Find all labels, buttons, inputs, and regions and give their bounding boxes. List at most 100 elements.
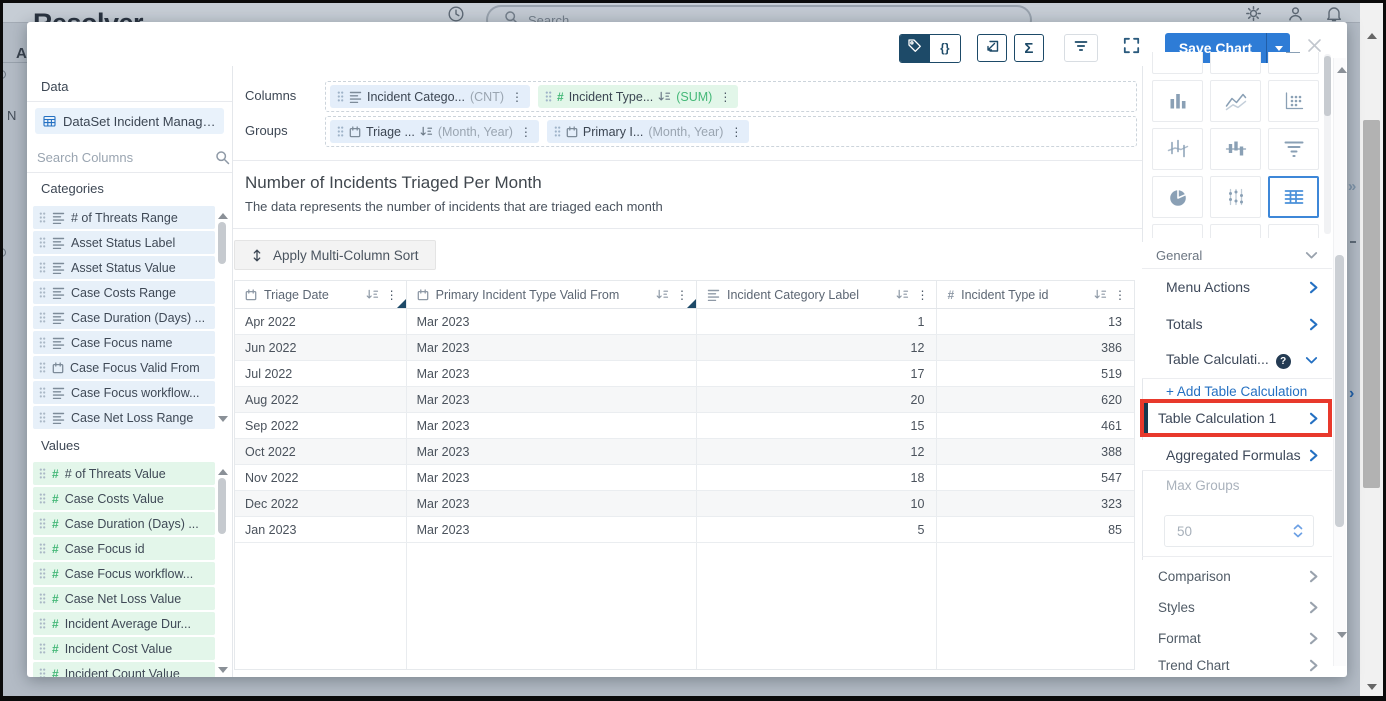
apply-multi-column-sort-button[interactable]: Apply Multi-Column Sort [234,240,436,270]
column-header[interactable]: Triage Date ⋮ [235,281,407,308]
chart-type-dots-partial[interactable] [1152,52,1203,74]
kebab-menu-icon[interactable]: ⋮ [384,289,398,301]
panel-item-comparison[interactable]: Comparison [1142,560,1332,592]
column-header[interactable]: # Incident Type id ⋮ [937,281,1134,308]
field-item[interactable]: Asset Status Label [33,231,215,254]
field-item[interactable]: # # of Threats Value [33,462,215,485]
table-cell: Mar 2023 [407,465,697,490]
export-button[interactable] [977,34,1007,62]
field-item[interactable]: Case Focus name [33,331,215,354]
general-section-header[interactable]: General [1142,242,1332,268]
chart-type-partial[interactable] [1152,224,1203,238]
table-row[interactable]: Oct 2022Mar 202312388 [235,439,1134,465]
panel-item-menu-actions[interactable]: Menu Actions [1142,268,1332,306]
field-item[interactable]: Case Costs Range [33,281,215,304]
expand-panel-icon[interactable]: › [1349,385,1354,403]
field-item-label: Case Costs Value [65,492,164,506]
field-item[interactable]: # Case Duration (Days) ... [33,512,215,535]
scroll-up-arrow[interactable] [1367,28,1377,39]
chart-type-scatter-plot[interactable] [1268,80,1319,122]
field-item[interactable]: # Incident Cost Value [33,637,215,660]
kebab-menu-icon[interactable]: ⋮ [717,91,731,103]
collapse-panel-icon[interactable]: » [1348,178,1356,195]
column-header[interactable]: Primary Incident Type Valid From ⋮ [407,281,697,308]
kebab-menu-icon[interactable]: ⋮ [518,126,532,138]
table-row[interactable]: Sep 2022Mar 202315461 [235,413,1134,439]
field-item[interactable]: # Case Focus id [33,537,215,560]
table-row[interactable]: Jul 2022Mar 202317519 [235,361,1134,387]
chart-type-candlestick-chart[interactable] [1210,128,1261,170]
chart-type-line-chart[interactable] [1210,80,1261,122]
help-icon[interactable]: ? [1276,354,1291,369]
chart-type-column-chart[interactable] [1152,80,1203,122]
kebab-menu-icon[interactable]: ⋮ [674,289,688,301]
chart-type-hbar-partial[interactable] [1268,52,1319,74]
chart-grid-scrollbar-thumb[interactable] [1324,56,1331,116]
panel-item-table-calculati-[interactable]: Table Calculati...? [1142,342,1332,378]
field-item[interactable]: # Case Focus workflow... [33,562,215,585]
panel-item-format[interactable]: Format [1142,623,1332,654]
kebab-menu-icon[interactable]: ⋮ [509,91,523,103]
browser-scrollbar-thumb[interactable] [1363,120,1380,488]
kebab-menu-icon[interactable]: ⋮ [1112,289,1126,301]
field-item[interactable]: # Case Costs Value [33,487,215,510]
table-cell: 5 [697,517,937,542]
field-item[interactable]: # Incident Average Dur... [33,612,215,635]
field-item[interactable]: Case Focus workflow... [33,381,215,404]
formula-mode-button[interactable]: {} [930,35,960,62]
hash-icon: # [52,542,59,556]
drag-handle-icon [39,618,46,629]
panel-scroll-up-arrow[interactable] [1337,62,1347,73]
field-item[interactable]: Case Focus Valid From [33,356,215,379]
chart-type-blank-partial[interactable] [1210,52,1261,74]
fullscreen-button[interactable] [1122,36,1141,60]
table-row[interactable]: Dec 2022Mar 202310323 [235,491,1134,517]
panel-item-styles[interactable]: Styles [1142,592,1332,623]
sorted-corner-indicator [397,299,406,308]
search-columns-input[interactable] [35,149,215,166]
panel-item-totals[interactable]: Totals [1142,306,1332,342]
number-steppers[interactable] [1293,524,1303,538]
chart-type-data-table[interactable] [1268,176,1319,218]
kebab-menu-icon[interactable]: ⋮ [914,289,928,301]
table-row[interactable]: Nov 2022Mar 202318547 [235,465,1134,491]
table-row[interactable]: Apr 2022Mar 2023113 [235,309,1134,335]
field-item[interactable]: Case Net Loss Range [33,406,215,429]
table-calculation-1-item[interactable]: Table Calculation 1 [1148,410,1276,426]
filter-button[interactable] [1064,34,1098,62]
add-table-calculation-link[interactable]: + Add Table Calculation [1166,384,1307,399]
panel-scroll-down-arrow[interactable] [1337,632,1347,643]
kebab-menu-icon[interactable]: ⋮ [728,126,742,138]
field-pill[interactable]: # Incident Type... (SUM) ⋮ [538,85,738,108]
scroll-down-arrow[interactable] [1367,684,1377,695]
chart-type-partial[interactable] [1268,224,1319,238]
field-item[interactable]: Asset Status Value [33,256,215,279]
sum-button[interactable]: Σ [1014,34,1044,62]
gear-icon [1245,5,1262,22]
field-item[interactable]: # Case Net Loss Value [33,587,215,610]
panel-item-trend-chart[interactable]: Trend Chart [1142,654,1332,677]
table-row[interactable]: Aug 2022Mar 202320620 [235,387,1134,413]
field-item[interactable]: # of Threats Range [33,206,215,229]
chevron-right-icon [1309,659,1318,672]
groups-dropzone[interactable]: Triage ... (Month, Year) ⋮ Primary I... … [325,116,1137,147]
chart-type-hilo-chart[interactable] [1152,128,1203,170]
field-item[interactable]: # Incident Count Value [33,662,215,677]
dataset-item[interactable]: DataSet Incident Managem... [35,108,224,134]
tag-mode-button[interactable] [900,35,930,62]
field-item[interactable]: Case Duration (Days) ... [33,306,215,329]
chart-type-funnel-chart[interactable] [1268,128,1319,170]
field-pill[interactable]: Primary I... (Month, Year) ⋮ [547,120,749,143]
max-groups-input[interactable] [1175,523,1265,540]
column-header[interactable]: Incident Category Label ⋮ [697,281,937,308]
columns-dropzone[interactable]: Incident Catego... (CNT) ⋮ # Incident Ty… [325,81,1137,112]
panel-item-aggregated-formulas[interactable]: Aggregated Formulas [1142,440,1332,470]
field-pill[interactable]: Incident Catego... (CNT) ⋮ [330,85,530,108]
panel-scrollbar-thumb[interactable] [1335,255,1344,527]
chart-type-dot-plot[interactable] [1210,176,1261,218]
chart-type-partial[interactable] [1210,224,1261,238]
chart-type-pie-chart[interactable] [1152,176,1203,218]
table-row[interactable]: Jan 2023Mar 2023585 [235,517,1134,543]
table-row[interactable]: Jun 2022Mar 202312386 [235,335,1134,361]
field-pill[interactable]: Triage ... (Month, Year) ⋮ [330,120,539,143]
